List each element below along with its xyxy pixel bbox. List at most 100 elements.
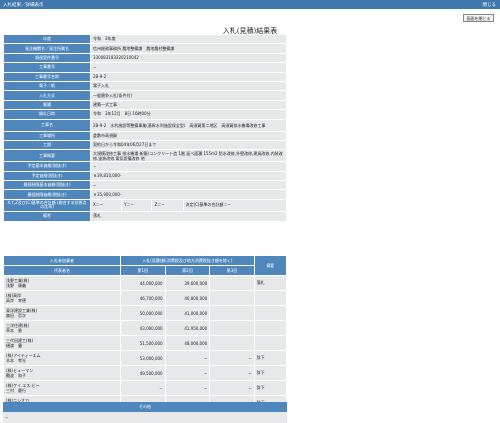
bid-row: (株)ケイ.エス.ビー 三村 慶行 − − − 辞下 (3, 380, 288, 396)
info-value: − (90, 161, 287, 172)
bid-amount-round-1: − (119, 380, 166, 396)
info-value: 倉敷市高須賀 (90, 130, 287, 141)
bid-amount-round-3: − (209, 365, 255, 381)
info-value: 2B-9-2 (90, 71, 287, 82)
bid-amount-round-3 (209, 275, 255, 291)
bid-amount-round-1: 51,500,000 (119, 335, 166, 351)
bid-amount-round-2: − (164, 365, 211, 381)
bidder-cell: (株)アイティーエム 木本 孝光 (3, 350, 121, 366)
bid-remark: 落札 (253, 275, 288, 291)
bidder-representative: 三村 慶行 (6, 388, 26, 393)
info-row: 予定基本価格(税抜き) − (3, 161, 287, 172)
xyz-y-value: Y＝− (121, 198, 153, 212)
info-row: 業種 建築一式工事 (3, 99, 287, 111)
bid-amount-round-2: − (164, 380, 211, 396)
bid-amount-round-3 (209, 320, 255, 336)
bid-row: 東洋建設工業(株) 森田 哲次 50,000,000 41,000,000 (3, 305, 288, 321)
bid-row: (株)高岸 高岸 幸德 46,700,000 40,800,000 (3, 290, 288, 306)
xyz-z-value: Z＝− (151, 198, 184, 212)
close-link[interactable]: 閉じる (483, 2, 497, 8)
bid-amount-round-3 (209, 335, 255, 351)
bid-row: (株)ヒューマン 難波 和子 49,500,000− − 辞下 (3, 365, 288, 381)
remarks-row: 備考 落札 (3, 210, 287, 222)
bid-amount-round-2: − (164, 350, 211, 366)
info-value: 2B-9-2 水利施設等整備事業(基幹水利施設保全型) 高須賀第二地区 高須賀排… (90, 118, 287, 132)
bidder-representative: 浅野 康義 (6, 283, 26, 288)
bid-amount-round-2: 48,000,000 (164, 335, 211, 351)
close-screen-button[interactable]: 画面を閉じる (463, 14, 494, 22)
window-title: 入札結果／詳細表示 (3, 3, 44, 8)
info-table: 年度 令和 3年度 発注機関名／発注所属名 信州総務事務所 農地整備課 農地農村整備課… (3, 33, 288, 222)
info-label: 工期 (3, 139, 91, 151)
bidder-representative: 草本 勇 (6, 328, 22, 333)
bid-amount-header: 入札(見積)額(消費税及び地方消費税抜き額を除く) (119, 255, 255, 266)
info-value: 令和 3年12月 8日 16時00分 (90, 109, 287, 120)
bid-amount-round-2: 41,000,000 (164, 305, 211, 321)
info-label: 発注機関名／発注所属名 (3, 43, 91, 54)
info-row: 予定価格(税抜き) ￥39,810,000- (3, 170, 287, 182)
info-label: 業種 (3, 99, 91, 111)
bidder-cell: 三洋住建(株) 草本 勇 (3, 320, 121, 336)
info-label: 工事番号 (3, 62, 91, 73)
bidder-header: 入札参加業者 (3, 255, 121, 266)
info-row: 工事番号名称 2B-9-2 (3, 71, 287, 82)
info-label: 入札方式 (3, 90, 91, 101)
bid-remark (253, 305, 288, 321)
info-row: 電子／紙 電子入札 (3, 80, 287, 92)
info-row: 工事名 2B-9-2 水利施設等整備事業(基幹水利施設保全型) 高須賀第二地区 高… (3, 118, 287, 132)
bidder-cell: (株)高岸 高岸 幸德 (3, 290, 121, 306)
bid-remark (253, 290, 288, 306)
info-label: 年度 (3, 33, 91, 45)
bid-amount-round-1: 50,000,000 (119, 305, 166, 321)
info-value: 建築一式工事 (90, 99, 287, 111)
info-row: 調達案件番号 330083183320210042 (3, 52, 287, 64)
bidder-cell: 東洋建設工業(株) 森田 哲次 (3, 305, 121, 321)
info-row: 工期 契約日から令和04年06月27日まで (3, 139, 287, 151)
info-row: 最低制限価格(税抜き) ￥35,900,000- (3, 189, 287, 200)
bid-row: 三代田建工(株) 樋渡 肇 51,500,000 48,000,000 (3, 335, 288, 351)
bid-amount-round-1: 53,000,000 (119, 350, 166, 366)
bidder-cell: 三代田建工(株) 樋渡 肇 (3, 335, 121, 351)
bid-amount-round-3 (209, 305, 255, 321)
info-row: 最低制限基本価格(税抜き) − (3, 180, 287, 191)
info-value: 令和 3年度 (90, 33, 287, 45)
info-label: 電子／紙 (3, 80, 91, 92)
bid-amount-round-2: 40,800,000 (164, 290, 211, 306)
bid-remark (253, 335, 288, 351)
bidder-representative: 高岸 幸德 (6, 298, 26, 303)
info-value: ￥35,900,000- (90, 189, 287, 200)
bidder-representative: 森田 哲次 (6, 313, 26, 318)
other-header: その他 (3, 402, 287, 412)
bidder-representative: 難波 和子 (6, 373, 26, 378)
bid-remark: 辞下 (253, 350, 288, 366)
info-label: 開札日時 (3, 109, 91, 120)
bid-row: 浅野工業(株) 浅野 康義 44,000,000 39,600,000 落札 (3, 275, 288, 291)
remark-header: 摘要 (253, 255, 288, 276)
info-label: 工事概要 (3, 149, 91, 163)
info-row: 入札方式 一般競争入札(条件付) (3, 90, 287, 101)
bid-amount-round-3: − (209, 380, 255, 396)
info-value: 一般競争入札(条件付) (90, 90, 287, 101)
bid-row: 三洋住建(株) 草本 勇 43,000,000 41,950,000 (3, 320, 288, 336)
remarks-value: 落札 (90, 210, 287, 222)
bid-amount-round-2: 39,600,000 (164, 275, 211, 291)
info-label: 予定基本価格(税抜き) (3, 161, 91, 172)
info-label: 最低制限価格(税抜き) (3, 189, 91, 200)
info-value: 大規模改修工事 排水機場 新築(コンクリート造 1階 延べ面積 155m2 防水… (90, 149, 287, 163)
xyz-row: X,Y,Z及び(C)基準の合計額 (総合する技術点の比率) X＝− Y＝− Z＝− 決定… (3, 198, 288, 212)
info-row: 年度 令和 3年度 (3, 33, 287, 45)
bid-amount-round-2: 41,950,000 (164, 320, 211, 336)
bid-amount-round-1: 44,000,000 (119, 275, 166, 291)
info-label: 工事番号名称 (3, 71, 91, 82)
info-value: − (90, 180, 287, 191)
xyz-label: X,Y,Z及び(C)基準の合計額 (総合する技術点の比率) (3, 198, 91, 212)
info-value: 契約日から令和04年06月27日まで (90, 139, 287, 151)
remarks-label: 備考 (3, 210, 91, 222)
bidder-cell: 浅野工業(株) 浅野 康義 (3, 275, 121, 291)
xyz-x-value: X＝− (89, 198, 123, 212)
info-value: 信州総務事務所 農地整備課 農地農村整備課 (90, 43, 287, 54)
other-body: − (3, 412, 287, 423)
bid-amount-round-1: 46,700,000 (119, 290, 166, 306)
info-value: − (90, 62, 287, 73)
info-label: 調達案件番号 (3, 52, 91, 64)
